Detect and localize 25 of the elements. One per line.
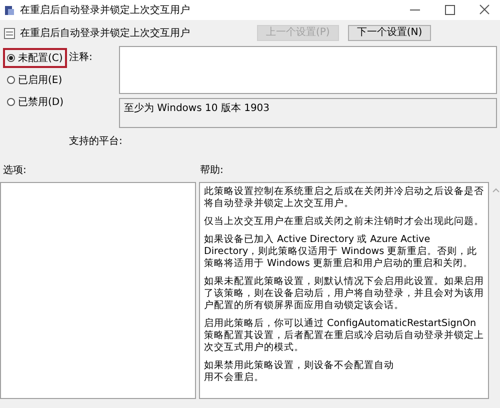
comment-field[interactable] xyxy=(119,46,497,94)
radio-option[interactable]: 已禁用(D) xyxy=(3,92,67,112)
policy-icon xyxy=(4,4,15,16)
scroll-up-icon[interactable] xyxy=(492,186,500,194)
platform-field: 至少为 Windows 10 版本 1903 xyxy=(119,98,497,128)
radio-icon xyxy=(7,54,15,62)
comment-label: 注释: xyxy=(69,50,94,64)
options-label: 选项: xyxy=(3,165,26,176)
policy-icon xyxy=(4,28,15,38)
help-text: 如果未配置此策略设置，则默认情况下会启用此设置。如果启用了该策略，则在设备启动后，用户将自动登录，并且会对为该用户配置的所有锁屏界面应用自动锁定该会话。 xyxy=(204,276,484,312)
help-text: 如果禁用此策略设置，则设备不会配置自动 xyxy=(204,360,395,372)
radio-option[interactable]: 已启用(E) xyxy=(3,70,67,90)
platform-label: 支持的平台: xyxy=(69,134,119,148)
next-setting-button[interactable]: 下一个设置(N) xyxy=(348,25,432,41)
help-text: 如果设备已加入 Active Directory 或 Azure Active Directory，则此策略仅适用于 Windows 更新重启。否则，此策略将适用于 Windows 更新重启和用户启动的重启和关闭。 xyxy=(204,234,478,270)
help-text: 用不会重启。 xyxy=(204,372,265,384)
help-label: 帮助: xyxy=(200,164,224,177)
radio-icon xyxy=(7,76,15,84)
help-text: 仅当上次交互用户在重启或关闭之前未注销时才会出现此问题。 xyxy=(204,216,484,228)
radio-icon xyxy=(7,98,15,106)
help-text: 此策略设置控制在系统重启之后或在关闭并冷启动之后设备是否将自动登录并锁定上次交互用户。 xyxy=(204,186,484,210)
window-title: 在重启后自动登录并锁定上次交互用户 xyxy=(20,4,191,17)
setting-title: 在重启后自动登录并锁定上次交互用户 xyxy=(20,26,191,40)
radio-option[interactable]: 未配置(C) xyxy=(3,48,67,68)
help-text: 启用此策略后，你可以通过 ConfigAutomaticRestartSignOn 策略配置其设置，后者配置在重启或冷启动后自动登录并锁定上次交互式用户的模式。 xyxy=(204,318,484,354)
